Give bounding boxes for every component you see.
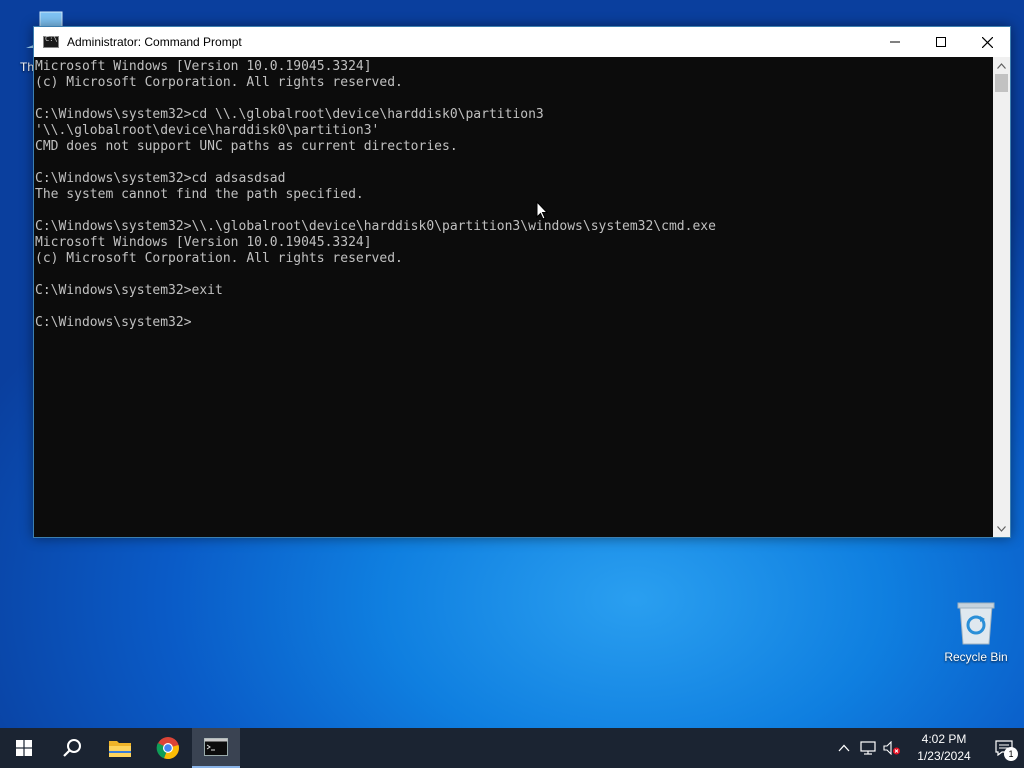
console-line: The system cannot find the path specifie… <box>35 187 364 202</box>
start-button[interactable] <box>0 728 48 768</box>
volume-muted-icon <box>883 741 900 755</box>
recycle-bin-icon <box>957 602 995 645</box>
console-line: (c) Microsoft Corporation. All rights re… <box>35 75 403 90</box>
show-hidden-icons-button[interactable] <box>832 728 856 768</box>
console-output[interactable]: Microsoft Windows [Version 10.0.19045.33… <box>34 57 994 537</box>
recycle-bin-label: Recycle Bin <box>944 650 1008 664</box>
scroll-down-button[interactable] <box>993 520 1010 537</box>
vertical-scrollbar[interactable] <box>993 57 1010 537</box>
console-line: Microsoft Windows [Version 10.0.19045.33… <box>35 59 372 74</box>
chrome-button[interactable] <box>144 728 192 768</box>
command-prompt-icon <box>43 35 59 48</box>
command-prompt-taskbar-button[interactable] <box>192 728 240 768</box>
console-line: C:\Windows\system32>\\.\globalroot\devic… <box>35 219 716 234</box>
network-button[interactable] <box>856 728 880 768</box>
console-line: Microsoft Windows [Version 10.0.19045.33… <box>35 235 372 250</box>
action-center-button[interactable]: 1 <box>984 728 1024 768</box>
maximize-icon <box>936 37 946 47</box>
maximize-button[interactable] <box>918 27 964 57</box>
console-line: C:\Windows\system32>cd adsasdsad <box>35 171 286 186</box>
folder-icon <box>109 741 131 757</box>
this-pc-label: Th <box>20 60 35 74</box>
notification-count-badge: 1 <box>1004 747 1018 761</box>
mouse-cursor-icon <box>536 201 548 220</box>
chrome-icon <box>156 737 179 760</box>
console-line: CMD does not support UNC paths as curren… <box>35 139 458 154</box>
taskbar: 4:02 PM 1/23/2024 1 <box>0 728 1024 768</box>
clock-date: 1/23/2024 <box>917 749 971 763</box>
command-prompt-window[interactable]: Administrator: Command Prompt Microsoft … <box>33 26 1011 538</box>
console-line: '\\.\globalroot\device\harddisk0\partiti… <box>35 123 380 138</box>
minimize-button[interactable] <box>872 27 918 57</box>
close-icon <box>981 36 993 48</box>
minimize-icon <box>890 41 900 43</box>
close-button[interactable] <box>964 27 1010 57</box>
chevron-down-icon <box>997 525 1006 532</box>
command-prompt-icon <box>204 738 228 756</box>
chevron-up-icon <box>997 62 1006 69</box>
console-line: C:\Windows\system32>exit <box>35 283 223 298</box>
volume-button[interactable] <box>880 728 904 768</box>
chevron-up-icon <box>838 744 850 752</box>
recycle-bin-desktop-icon[interactable]: Recycle Bin <box>940 600 1012 664</box>
title-bar[interactable]: Administrator: Command Prompt <box>34 27 1010 57</box>
windows-start-icon <box>16 740 32 756</box>
scroll-up-button[interactable] <box>993 57 1010 74</box>
search-icon <box>63 739 81 757</box>
system-tray: 4:02 PM 1/23/2024 1 <box>832 728 1024 768</box>
console-line: C:\Windows\system32> <box>35 315 192 330</box>
scroll-thumb[interactable] <box>995 74 1008 92</box>
clock-time: 4:02 PM <box>921 732 967 746</box>
console-line: C:\Windows\system32>cd \\.\globalroot\de… <box>35 107 544 122</box>
taskbar-clock[interactable]: 4:02 PM 1/23/2024 <box>910 731 978 765</box>
console-line: (c) Microsoft Corporation. All rights re… <box>35 251 403 266</box>
file-explorer-button[interactable] <box>96 728 144 768</box>
search-button[interactable] <box>48 728 96 768</box>
window-title: Administrator: Command Prompt <box>67 35 242 49</box>
network-icon <box>860 741 876 755</box>
